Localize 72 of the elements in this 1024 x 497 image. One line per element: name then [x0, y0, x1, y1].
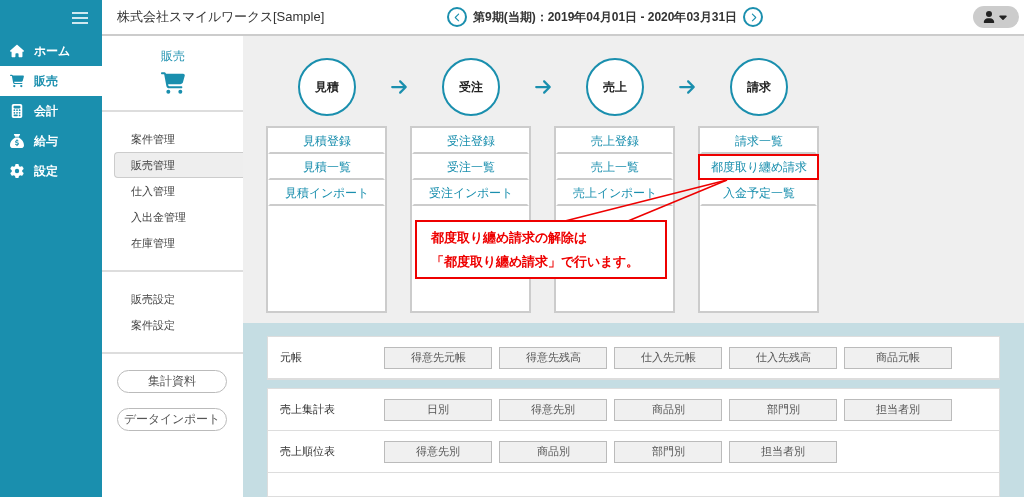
- next-period-button[interactable]: [743, 7, 764, 27]
- report-button[interactable]: 部門別: [729, 398, 837, 421]
- report-button[interactable]: 商品別: [499, 440, 607, 463]
- stage-link[interactable]: 売上インポート: [556, 180, 673, 206]
- sub-menu-item[interactable]: 販売設定: [114, 286, 243, 312]
- callout-text: 都度取り纏め請求の解除は: [431, 228, 588, 247]
- report-button[interactable]: 得意先別: [499, 398, 607, 421]
- report-button[interactable]: 得意先残高: [499, 346, 607, 369]
- settings-icon: [10, 164, 24, 178]
- right-arrow-icon: [389, 78, 408, 96]
- stage-link[interactable]: 見積一覧: [268, 154, 385, 180]
- callout-text: 「都度取り纏め請求」で行います。: [431, 252, 640, 271]
- stage-link[interactable]: 見積インポート: [268, 180, 385, 206]
- stage-link[interactable]: 受注一覧: [412, 154, 529, 180]
- home-icon: [10, 44, 24, 58]
- cart-icon: [160, 71, 185, 95]
- sub-menu-item[interactable]: 案件管理: [114, 126, 243, 152]
- company-name: 株式会社スマイルワークス[Sample]: [117, 8, 326, 26]
- nav-label: 設定: [34, 162, 58, 180]
- stage-link[interactable]: 入金予定一覧: [700, 180, 817, 206]
- report-label: 売上順位表: [280, 444, 336, 459]
- side-button[interactable]: データインポート: [117, 408, 227, 431]
- stage-link[interactable]: 受注インポート: [412, 180, 529, 206]
- stage-link[interactable]: 見積登録: [268, 128, 385, 154]
- report-button[interactable]: 担当者別: [729, 440, 837, 463]
- right-arrow-icon: [677, 78, 696, 96]
- sub-menu-item[interactable]: 販売管理: [114, 152, 243, 178]
- user-menu-button[interactable]: [973, 6, 1019, 28]
- nav-item[interactable]: ホーム: [0, 36, 102, 66]
- stage-circle: 見積: [297, 58, 356, 116]
- stage-link[interactable]: 受注登録: [412, 128, 529, 154]
- nav-item[interactable]: 給与: [0, 126, 102, 156]
- nav-item[interactable]: 販売: [0, 66, 102, 96]
- nav-label: 会計: [34, 102, 58, 120]
- chevron-left-icon: [452, 12, 462, 22]
- report-button[interactable]: 得意先別: [384, 440, 492, 463]
- calculator-icon: [10, 104, 24, 118]
- report-button[interactable]: 商品別: [614, 398, 722, 421]
- nav-label: ホーム: [34, 42, 70, 60]
- report-button[interactable]: 仕入先元帳: [614, 346, 722, 369]
- stage-circle: 請求: [729, 58, 788, 116]
- side-button[interactable]: 集計資料: [117, 370, 227, 393]
- sub-menu-item[interactable]: 仕入管理: [114, 178, 243, 204]
- sub-menu-item[interactable]: 在庫管理: [114, 230, 243, 256]
- report-button[interactable]: 仕入先残高: [729, 346, 837, 369]
- stage-link[interactable]: 都度取り纏め請求: [698, 154, 819, 180]
- previous-period-button[interactable]: [447, 7, 467, 27]
- nav-label: 販売: [34, 72, 58, 90]
- stage-link[interactable]: 売上登録: [556, 128, 673, 154]
- nav-label: 給与: [34, 132, 58, 150]
- menu-icon[interactable]: [72, 12, 88, 24]
- stage-link[interactable]: 売上一覧: [556, 154, 673, 180]
- sub-menu-item[interactable]: 入出金管理: [114, 204, 243, 230]
- right-arrow-icon: [533, 78, 552, 96]
- report-button[interactable]: 担当者別: [844, 398, 952, 421]
- stage-circle: 売上: [585, 58, 644, 116]
- money-bag-icon: [10, 134, 24, 148]
- nav-item[interactable]: 会計: [0, 96, 102, 126]
- stage-circle: 受注: [441, 58, 500, 116]
- stage-link[interactable]: 請求一覧: [700, 128, 817, 154]
- section-title: 販売: [160, 48, 185, 65]
- report-label: 売上集計表: [280, 402, 336, 417]
- report-label: 元帳: [280, 350, 303, 365]
- user-icon: [983, 11, 995, 23]
- report-button[interactable]: 得意先元帳: [384, 346, 492, 369]
- cart-icon: [10, 74, 24, 88]
- report-button[interactable]: 商品元帳: [844, 346, 952, 369]
- fiscal-period: 第9期(当期)：2019年04月01日 - 2020年03月31日: [473, 8, 738, 26]
- report-button[interactable]: 日別: [384, 398, 492, 421]
- sub-menu-item[interactable]: 案件設定: [114, 312, 243, 338]
- report-button[interactable]: 部門別: [614, 440, 722, 463]
- nav-item[interactable]: 設定: [0, 156, 102, 186]
